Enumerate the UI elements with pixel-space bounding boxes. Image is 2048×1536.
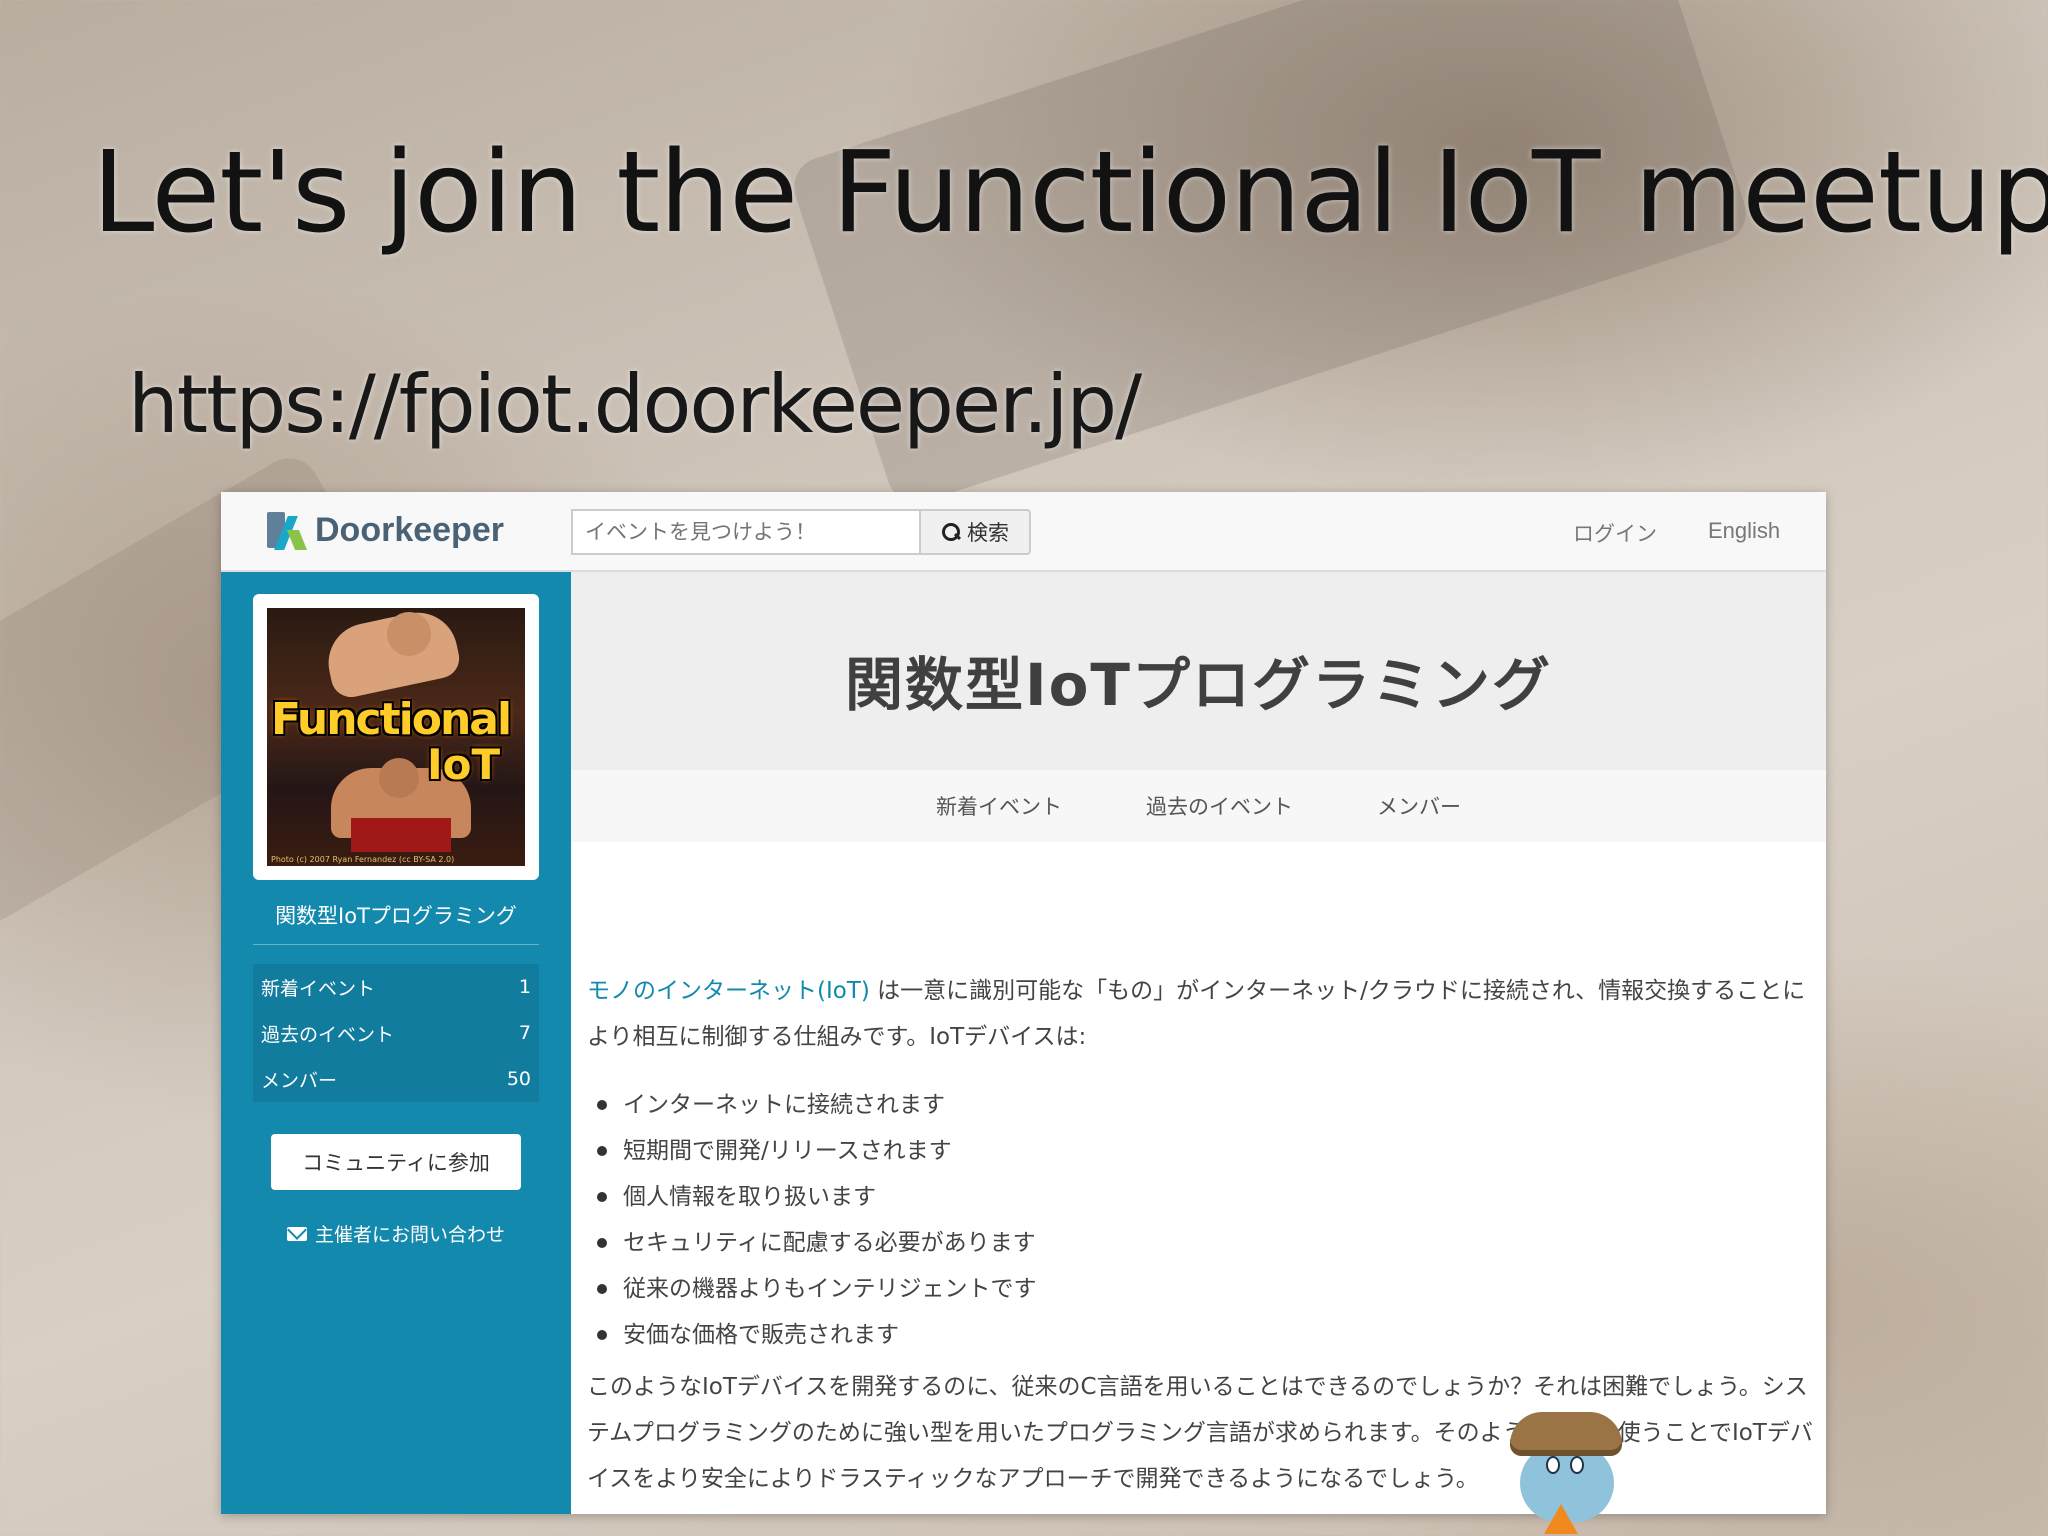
- list-item: セキュリティに配慮する必要があります: [597, 1220, 1817, 1266]
- sidebar-nav: 新着イベント 1 過去のイベント 7 メンバー 50: [253, 964, 539, 1102]
- list-item-text: 安価な価格で販売されます: [623, 1322, 899, 1348]
- list-item-text: セキュリティに配慮する必要があります: [623, 1230, 1036, 1256]
- contact-organizer-label: 主催者にお問い合わせ: [314, 1224, 505, 1246]
- list-item: 短期間で開発/リリースされます: [597, 1128, 1817, 1174]
- iot-link[interactable]: モノのインターネット(IoT): [587, 978, 870, 1004]
- image-text-functional: Functional: [271, 694, 512, 745]
- slide-title: Let's join the Functional IoT meetup!: [92, 128, 2048, 258]
- bullet-icon: [597, 1192, 607, 1202]
- list-item: 安価な価格で販売されます: [597, 1312, 1817, 1358]
- iot-device-list: インターネットに接続されます 短期間で開発/リリースされます 個人情報を取り扱い…: [597, 1082, 1817, 1358]
- tab-members[interactable]: メンバー: [1377, 791, 1461, 821]
- sidebar-item-label: 新着イベント: [261, 977, 376, 1000]
- list-item: 個人情報を取り扱います: [597, 1174, 1817, 1220]
- login-link[interactable]: ログイン: [1573, 518, 1657, 548]
- list-item: 従来の機器よりもインテリジェントです: [597, 1266, 1817, 1312]
- intro-paragraph: モノのインターネット(IoT) は一意に識別可能な「もの」がインターネット/クラ…: [587, 968, 1817, 1060]
- tab-upcoming-events[interactable]: 新着イベント: [936, 791, 1062, 821]
- list-item-text: インターネットに接続されます: [623, 1092, 945, 1118]
- page-title: 関数型IoTプログラミング: [845, 651, 1552, 719]
- list-item-text: 従来の機器よりもインテリジェントです: [623, 1276, 1037, 1302]
- tab-past-events[interactable]: 過去のイベント: [1146, 791, 1293, 821]
- list-item-text: 短期間で開発/リリースされます: [623, 1138, 952, 1164]
- search-input[interactable]: [571, 509, 920, 555]
- sidebar-item-count: 1: [518, 976, 531, 998]
- sidebar-divider: [253, 944, 539, 945]
- sidebar-item-label: 過去のイベント: [261, 1023, 395, 1046]
- bullet-icon: [597, 1100, 607, 1110]
- group-name[interactable]: 関数型IoTプログラミング: [221, 900, 571, 930]
- bullet-icon: [597, 1238, 607, 1248]
- sidebar-item-upcoming-events[interactable]: 新着イベント 1: [253, 964, 539, 1010]
- list-item-text: 個人情報を取り扱います: [623, 1184, 876, 1210]
- bullet-icon: [597, 1330, 607, 1340]
- image-text-iot: IoT: [427, 740, 501, 789]
- sidebar-item-label: メンバー: [261, 1069, 338, 1092]
- envelope-icon: [286, 1226, 307, 1241]
- search-button[interactable]: 検索: [919, 509, 1031, 555]
- image-credit: Photo (c) 2007 Ryan Fernandez (cc BY-SA …: [271, 855, 455, 864]
- contact-organizer-link[interactable]: 主催者にお問い合わせ: [221, 1220, 571, 1247]
- slide-url: https://fpiot.doorkeeper.jp/: [128, 358, 1142, 451]
- navbar: Doorkeeper 検索 ログイン English: [221, 492, 1826, 572]
- bullet-icon: [597, 1146, 607, 1156]
- join-community-button[interactable]: コミュニティに参加: [271, 1134, 521, 1190]
- bullet-icon: [597, 1284, 607, 1294]
- sidebar-item-count: 50: [506, 1068, 531, 1090]
- language-link[interactable]: English: [1708, 518, 1780, 544]
- list-item: インターネットに接続されます: [597, 1082, 1817, 1128]
- website-screenshot: Doorkeeper 検索 ログイン English Functional Io…: [221, 492, 1826, 1514]
- search-icon: [941, 522, 961, 542]
- logo-text: Doorkeeper: [315, 510, 504, 549]
- sidebar-item-count: 7: [518, 1022, 531, 1044]
- group-tabs: 新着イベント 過去のイベント メンバー: [571, 770, 1826, 842]
- sidebar: Functional IoT Photo (c) 2007 Ryan Ferna…: [221, 572, 571, 1514]
- doorkeeper-logo[interactable]: Doorkeeper: [263, 510, 504, 550]
- search-button-label: 検索: [967, 521, 1009, 545]
- doorkeeper-logo-icon: [263, 510, 309, 550]
- group-image-frame[interactable]: Functional IoT Photo (c) 2007 Ryan Ferna…: [253, 594, 539, 880]
- mascot-icon: [1500, 1410, 1630, 1536]
- closing-paragraph: このようなIoTデバイスを開発するのに、従来のC言語を用いることはできるのでしょ…: [587, 1374, 1813, 1492]
- group-banner: 関数型IoTプログラミング: [571, 572, 1826, 770]
- group-description: モノのインターネット(IoT) は一意に識別可能な「もの」がインターネット/クラ…: [587, 968, 1817, 1502]
- group-image: Functional IoT Photo (c) 2007 Ryan Ferna…: [267, 608, 525, 866]
- sidebar-item-past-events[interactable]: 過去のイベント 7: [253, 1010, 539, 1056]
- sidebar-item-members[interactable]: メンバー 50: [253, 1056, 539, 1102]
